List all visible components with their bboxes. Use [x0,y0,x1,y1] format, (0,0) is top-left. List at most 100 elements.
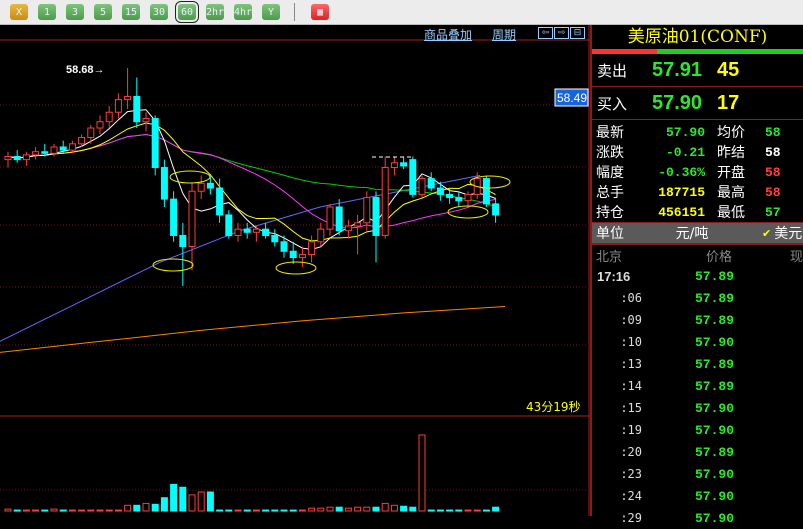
tick-row: :09 57.89 [592,309,803,331]
volume-bar [455,509,463,512]
candle-up [96,121,104,129]
volume-bar [262,509,270,512]
volume-bar [473,509,481,512]
period-button-3[interactable]: 3 [66,4,84,20]
volume-bar [160,497,168,512]
period-button-15[interactable]: 15 [122,4,140,20]
arrow-right-icon[interactable]: ⇨ [554,27,569,39]
kline-chart[interactable]: 58.68→ 58.49 43分19秒 [0,25,590,516]
period-button-y[interactable]: Y [262,4,280,20]
period-button-5[interactable]: 5 [94,4,112,20]
grid-icon[interactable]: ▦ [311,4,329,20]
quote-panel: 美原油01(CONF) 卖出 57.91 45 买入 57.90 17 最新 57.90 均… [590,25,803,526]
volume-bar [87,509,95,512]
volume-bar [243,509,251,512]
volume-bar [234,509,242,512]
period-button-2hr[interactable]: 2hr [206,4,224,20]
volume-bar [390,504,398,512]
candle-down [280,241,288,252]
candle-up [124,95,132,101]
candle-up [381,167,389,236]
stat-value-2: 58 [765,124,781,140]
tick-time: :06 [620,291,642,305]
candle-down [179,234,187,248]
stat-value-2: 57 [765,204,781,220]
candle-up [22,154,30,161]
candle-up [418,178,426,195]
period-button-30[interactable]: 30 [150,4,168,20]
candle-up [234,228,242,236]
pattern-marker [152,258,194,272]
tick-row: :15 57.90 [592,397,803,419]
stat-value-2: 58 [765,184,781,200]
tick-time: :23 [620,467,642,481]
ma-blue-line [0,174,481,342]
volume-bar [280,509,288,512]
period-link[interactable]: 周期 [492,26,516,43]
period-button-x[interactable]: X [10,4,28,20]
stat-label: 持仓 [596,205,624,221]
tick-price: 57.90 [694,400,734,416]
volume-bar [225,509,233,512]
arrow-left-icon[interactable]: ⇦ [538,27,553,39]
period-button-60[interactable]: 60 [175,1,199,23]
period-button-4hr[interactable]: 4hr [234,4,252,20]
candle-up [142,118,150,123]
candle-down [133,95,141,123]
high-price-label: 58.68→ [66,64,105,76]
volume-bar [344,507,352,512]
candle-up [4,155,12,161]
chart-header: 商品叠加 周期 [424,26,516,43]
ask-row: 卖出 57.91 45 [592,54,803,87]
candle-up [197,182,205,192]
tick-price: 57.89 [694,290,734,306]
volume-bar [124,504,132,512]
volume-bar [317,507,325,512]
tick-row: 17:16 57.89 [592,265,803,287]
candle-down [436,187,444,195]
volume-bar [114,509,122,512]
overlay-link[interactable]: 商品叠加 [424,26,472,43]
volume-bar [271,509,279,512]
candle-down [372,197,380,236]
candle-down [427,178,435,189]
tick-row: :06 57.89 [592,287,803,309]
unit-value[interactable]: 元/吨 [642,223,742,243]
bid-label: 买入 [597,94,628,113]
ask-label: 卖出 [597,61,628,80]
panel-toggle-icon[interactable]: ⊟ [570,27,585,39]
volume-bar [381,502,389,512]
tick-row: :20 57.89 [592,441,803,463]
stat-value: -0.21 [665,144,705,160]
candle-up [326,206,334,230]
pattern-marker [169,170,211,184]
tick-row: :23 57.90 [592,463,803,485]
candle-up [317,228,325,243]
ask-volume: 45 [717,58,740,81]
stat-label-2: 最高 [717,185,745,201]
ticks-header-volume: 现 [789,249,803,265]
tick-price: 57.89 [694,268,734,284]
candle-up [68,143,76,151]
candle-up [363,197,371,224]
volume-bar [4,508,12,512]
candle-down [400,162,408,167]
volume-bar [59,509,67,512]
stat-label: 总手 [596,185,624,201]
currency-option[interactable]: 美元 [774,223,802,243]
candle-down [289,250,297,259]
volume-bar [492,506,500,512]
tick-row: :24 57.90 [592,485,803,507]
stat-row: 持仓 456151 最低 57 [592,202,803,222]
bid-row: 买入 57.90 17 [592,87,803,120]
period-button-1[interactable]: 1 [38,4,56,20]
volume-bar [206,491,214,512]
ticks-list[interactable]: 17:16 57.89:06 57.89:09 57.89:10 57.90:13 57.… [592,265,803,529]
volume-bar [427,509,435,512]
tick-time: :24 [620,489,642,503]
pattern-marker [275,261,317,275]
tick-time: :13 [620,357,642,371]
candle-up [188,190,196,248]
check-icon: ✔ [762,226,772,240]
volume-bar [179,486,187,512]
